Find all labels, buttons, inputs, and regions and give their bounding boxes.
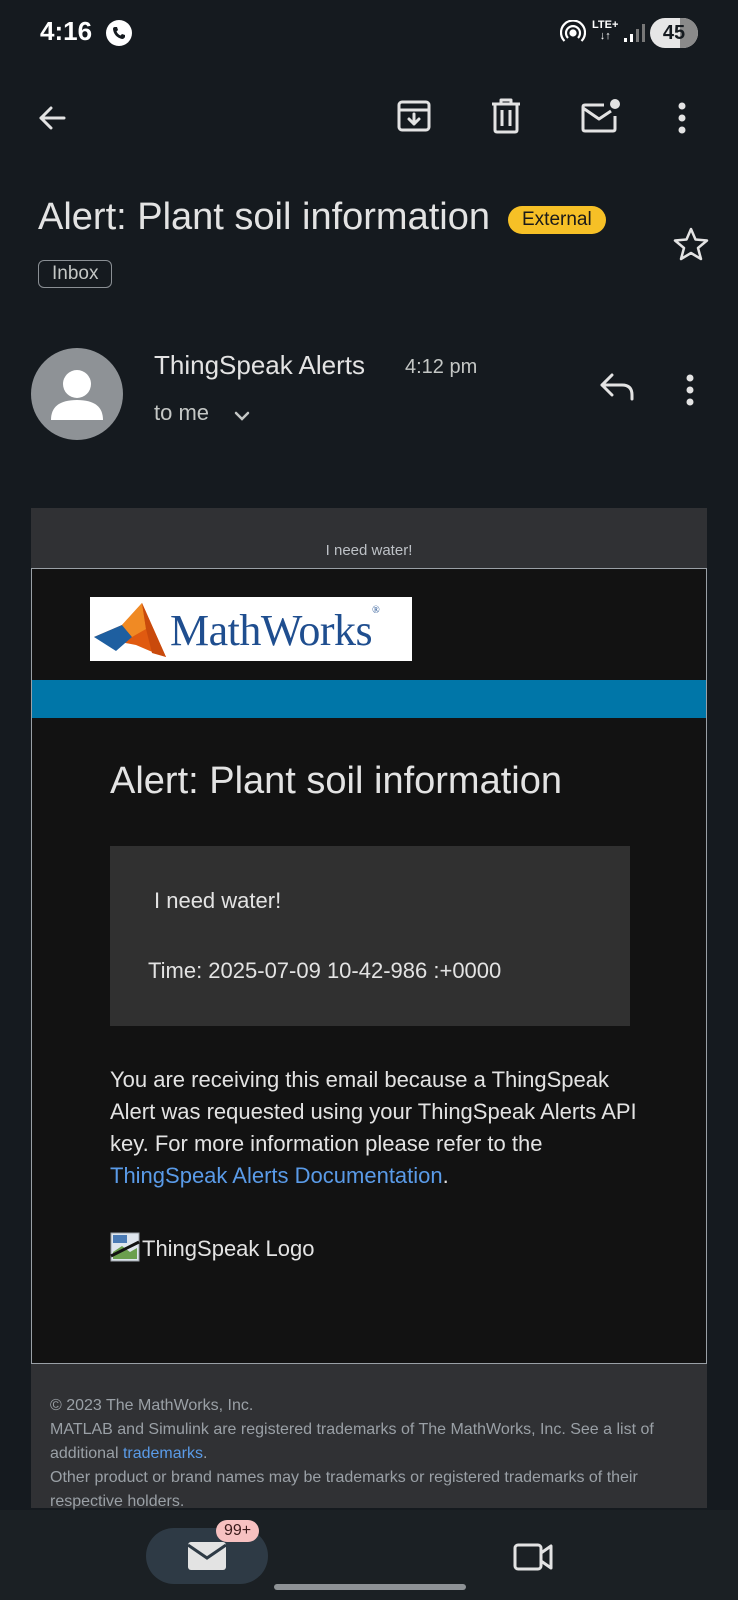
thingspeak-logo-broken-image: ThingSpeak Logo xyxy=(110,1232,314,1262)
alert-title: Alert: Plant soil information xyxy=(110,760,562,802)
message-more-options-icon[interactable] xyxy=(684,372,696,413)
header-band xyxy=(32,680,706,718)
alert-message: I need water! xyxy=(154,888,282,913)
mail-icon xyxy=(187,1542,227,1570)
archive-icon[interactable] xyxy=(396,98,432,139)
membrane-icon xyxy=(94,603,166,657)
footer-other: Other product or brand names may be trad… xyxy=(50,1469,638,1510)
preheader-text: I need water! xyxy=(325,542,413,559)
status-time: 4:16 xyxy=(40,16,93,46)
reply-icon[interactable] xyxy=(598,370,638,409)
documentation-link[interactable]: ThingSpeak Alerts Documentation xyxy=(110,1163,443,1188)
mathworks-logo: MathWorks® xyxy=(90,597,412,661)
star-icon[interactable] xyxy=(672,226,710,267)
hotspot-icon xyxy=(559,19,587,51)
alert-message-box xyxy=(110,846,630,1026)
meet-video-icon[interactable] xyxy=(512,1540,554,1579)
info-paragraph: You are receiving this email because a T… xyxy=(110,1067,637,1188)
chevron-down-icon[interactable] xyxy=(232,406,252,431)
external-badge: External xyxy=(508,206,606,234)
signal-icon xyxy=(622,22,646,49)
footer-trademark: MATLAB and Simulink are registered trade… xyxy=(50,1421,654,1462)
email-subject: Alert: Plant soil information xyxy=(38,196,490,238)
broken-image-icon xyxy=(110,1232,140,1262)
email-footer: © 2023 The MathWorks, Inc. MATLAB and Si… xyxy=(50,1394,690,1514)
delete-icon[interactable] xyxy=(489,98,523,139)
label-chip-inbox[interactable]: Inbox xyxy=(38,260,113,288)
call-icon xyxy=(106,20,132,46)
sent-time: 4:12 pm xyxy=(405,356,478,378)
alert-time: Time: 2025-07-09 10-42-986 :+0000 xyxy=(148,958,502,983)
sender-name: ThingSpeak Alerts xyxy=(154,350,366,380)
network-type: LTE+ ↓↑ xyxy=(592,19,619,42)
back-arrow-icon[interactable] xyxy=(34,100,70,141)
battery-indicator: 45 xyxy=(650,18,698,48)
home-indicator[interactable] xyxy=(274,1584,466,1590)
recipient-details-toggle[interactable]: to me xyxy=(154,400,209,426)
unread-count-badge: 99+ xyxy=(216,1520,260,1542)
mark-unread-icon[interactable] xyxy=(580,98,622,139)
avatar[interactable] xyxy=(31,348,123,440)
trademarks-link[interactable]: trademarks xyxy=(123,1445,203,1462)
more-options-icon[interactable] xyxy=(676,100,688,141)
footer-copyright: © 2023 The MathWorks, Inc. xyxy=(50,1397,254,1414)
